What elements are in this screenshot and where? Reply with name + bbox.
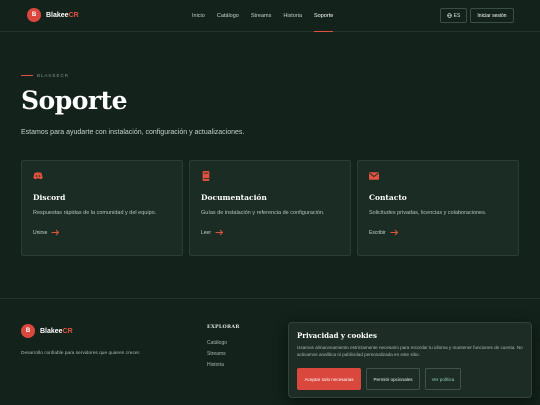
logo-badge: B — [27, 8, 41, 22]
nav-item-streams[interactable]: Streams — [245, 0, 277, 32]
language-button[interactable]: ES — [440, 8, 467, 23]
footer-link-streams[interactable]: Streams — [207, 351, 226, 357]
allow-optional-button[interactable]: Permitir opcionales — [366, 368, 420, 390]
nav-item-historia[interactable]: Historia — [277, 0, 308, 32]
login-button[interactable]: Iniciar sesión — [470, 8, 514, 23]
main-nav: Inicio Catálogo Streams Historia Soporte — [186, 0, 339, 32]
arrow-right-icon — [215, 229, 224, 236]
footer-brand-logo[interactable]: B BlakeeCR — [21, 324, 73, 338]
accept-necessary-button[interactable]: Aceptar solo necesarias — [297, 368, 361, 390]
footer-description: Desarrollo confiable para servidores que… — [21, 351, 141, 356]
card-description: Solicitudes privadas, licencias y colabo… — [369, 210, 487, 216]
eyebrow-line — [21, 75, 33, 76]
nav-item-soporte[interactable]: Soporte — [308, 0, 339, 32]
page-title: Soporte — [21, 86, 128, 115]
mail-icon — [369, 172, 379, 180]
page-subtitle: Estamos para ayudarte con instalación, c… — [21, 129, 245, 136]
nav-item-catalogo[interactable]: Catálogo — [211, 0, 245, 32]
footer-explore-title: EXPLORAR — [207, 324, 240, 330]
cookie-title: Privacidad y cookies — [297, 331, 377, 340]
discord-icon — [33, 172, 43, 180]
book-icon — [202, 171, 210, 181]
card-title: Contacto — [369, 193, 407, 202]
card-description: Guías de instalación y referencia de con… — [201, 210, 325, 216]
brand-name: BlakeeCR — [46, 11, 79, 19]
cookie-text: Usamos almacenamiento estrictamente nece… — [297, 345, 523, 357]
logo-badge: B — [21, 324, 35, 338]
contact-link[interactable]: Escribir — [369, 229, 399, 236]
footer-link-catalogo[interactable]: Catálogo — [207, 340, 227, 346]
language-label: ES — [453, 12, 461, 19]
footer-link-historia[interactable]: Historia — [207, 362, 224, 368]
card-description: Respuestas rápidas de la comunidad y del… — [33, 210, 157, 216]
arrow-right-icon — [51, 229, 60, 236]
arrow-right-icon — [390, 229, 398, 236]
support-card-contact: Contacto Solicitudes privadas, licencias… — [357, 160, 519, 256]
brand-logo[interactable]: B BlakeeCR — [27, 8, 79, 22]
eyebrow-label: BLAKEECR — [37, 73, 70, 78]
site-header: B BlakeeCR Inicio Catálogo Streams Histo… — [0, 0, 540, 32]
view-policy-button[interactable]: Ver política — [425, 368, 461, 390]
read-docs-link[interactable]: Leer — [201, 229, 224, 236]
nav-item-inicio[interactable]: Inicio — [186, 0, 211, 32]
eyebrow: BLAKEECR — [21, 73, 69, 78]
brand-name: BlakeeCR — [40, 327, 73, 335]
globe-icon — [446, 13, 452, 18]
card-link-label: Unirse — [33, 229, 48, 236]
cookie-banner: Privacidad y cookies Usamos almacenamien… — [288, 322, 532, 398]
card-title: Discord — [33, 193, 66, 202]
footer-divider — [0, 298, 540, 299]
support-card-docs: Documentación Guías de instalación y ref… — [189, 160, 351, 256]
card-link-label: Escribir — [369, 229, 386, 236]
cookie-actions: Aceptar solo necesarias Permitir opciona… — [297, 368, 461, 390]
support-card-discord: Discord Respuestas rápidas de la comunid… — [21, 160, 183, 256]
join-discord-link[interactable]: Unirse — [33, 229, 60, 236]
card-title: Documentación — [201, 193, 267, 202]
card-link-label: Leer — [201, 229, 212, 236]
